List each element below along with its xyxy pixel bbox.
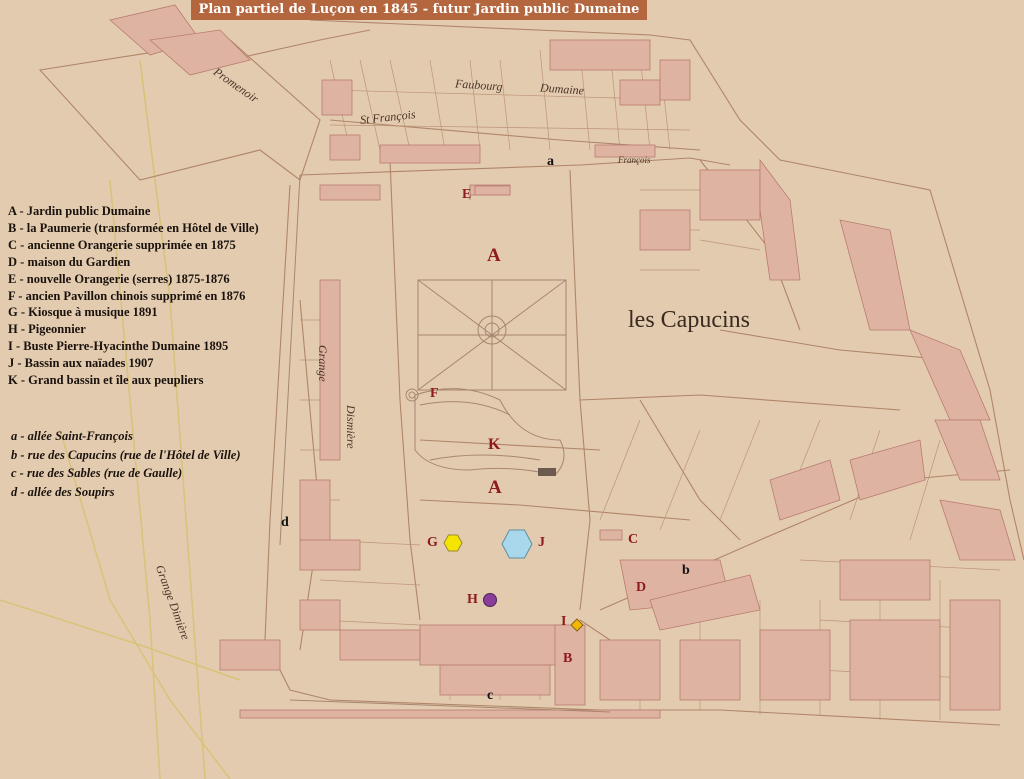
- legend-item-j: J - Bassin aux naïades 1907: [8, 356, 154, 371]
- marker-h: H: [467, 592, 478, 607]
- marker-a-south: A: [488, 477, 502, 498]
- legend-item-c-lower: c - rue des Sables (rue de Gaulle): [11, 466, 183, 481]
- marker-f: F: [430, 386, 439, 401]
- legend-item-b: B - la Paumerie (transformée en Hôtel de…: [8, 220, 259, 235]
- marker-e: E: [462, 187, 472, 202]
- legend-item-k: K - Grand bassin et île aux peupliers: [8, 373, 204, 388]
- map-label-francois: François: [618, 155, 651, 165]
- legend-item-b-lower: b - rue des Capucins (rue de l'Hôtel de …: [11, 447, 241, 462]
- map-title: Plan partiel de Luçon en 1845 - futur Ja…: [191, 0, 647, 20]
- legend-item-c: C - ancienne Orangerie supprimée en 1875: [8, 237, 236, 252]
- map-label-dismiere: Dismière: [344, 405, 358, 449]
- legend-item-e: E - nouvelle Orangerie (serres) 1875-187…: [8, 271, 230, 286]
- street-marker-b: b: [682, 563, 690, 578]
- marker-k: K: [488, 436, 501, 453]
- map-label-dumaine: Dumaine: [539, 80, 585, 98]
- legend-item-d: D - maison du Gardien: [8, 254, 131, 269]
- marker-j: J: [538, 535, 545, 550]
- map-label-grange: Grange: [316, 345, 330, 382]
- marker-g: G: [427, 535, 438, 550]
- legend-item-f: F - ancien Pavillon chinois supprimé en …: [8, 288, 246, 303]
- legend-item-a: A - Jardin public Dumaine: [8, 204, 151, 218]
- map-label-capucins: les Capucins: [628, 307, 750, 333]
- street-marker-d: d: [281, 515, 289, 530]
- legend-item-i: I - Buste Pierre-Hyacinthe Dumaine 1895: [8, 339, 229, 354]
- pond-detail: [538, 468, 556, 476]
- legend-lowercase: a - allée Saint-François b - rue des Cap…: [11, 427, 241, 502]
- cadastral-map: [0, 0, 1024, 779]
- marker-d: D: [636, 580, 647, 595]
- map-label-faubourg: Faubourg: [454, 76, 504, 94]
- street-marker-c: c: [487, 688, 494, 703]
- legend-item-g: G - Kiosque à musique 1891: [8, 305, 158, 320]
- legend-uppercase: A - Jardin public Dumaine B - la Paumeri…: [8, 203, 259, 389]
- marker-a-north: A: [487, 245, 501, 266]
- marker-i: I: [561, 614, 567, 629]
- street-marker-a: a: [547, 154, 554, 169]
- marker-c: C: [628, 532, 639, 547]
- kiosque-hexagon-icon: [443, 534, 463, 552]
- legend-item-h: H - Pigeonnier: [8, 322, 86, 337]
- legend-item-d-lower: d - allée des Soupirs: [11, 485, 115, 500]
- map-view: { "title": "Plan partiel de Luçon en 184…: [0, 0, 1024, 779]
- pigeonnier-circle-icon: [483, 593, 497, 607]
- legend-item-a-lower: a - allée Saint-François: [11, 429, 133, 443]
- marker-b: B: [563, 651, 573, 666]
